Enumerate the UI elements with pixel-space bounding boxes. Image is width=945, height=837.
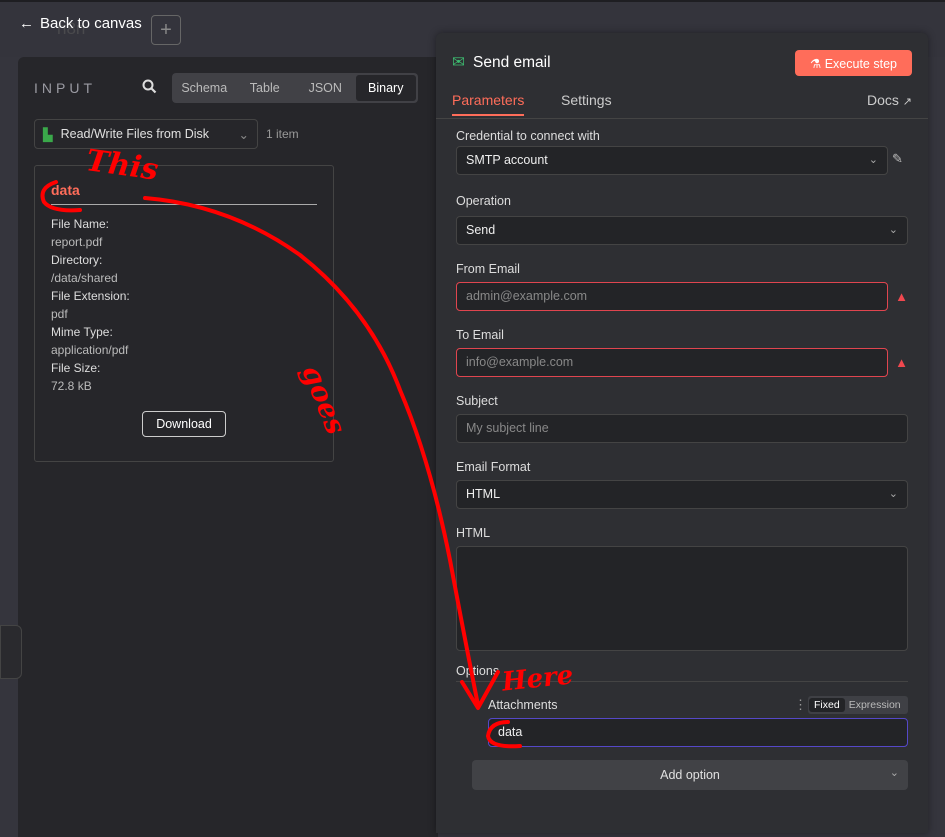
subject-label: Subject [456,394,498,408]
binary-card: data File Name: report.pdf Directory: /d… [34,165,334,462]
tab-table[interactable]: Table [235,75,296,101]
tab-schema[interactable]: Schema [174,75,235,101]
chevron-down-icon: ⌄ [888,488,898,500]
edit-pencil-icon[interactable]: ✎ [892,151,903,167]
from-email-placeholder: admin@example.com [466,289,588,303]
field-label: Mime Type: [51,325,113,339]
input-title: INPUT [34,80,96,96]
attachments-input[interactable]: data [488,718,908,747]
input-node-select[interactable]: ▙ Read/Write Files from Disk ⌄ [34,119,258,149]
file-node-icon: ▙ [43,127,53,142]
field-value: /data/shared [51,271,118,285]
html-textarea[interactable] [456,546,908,651]
attachments-label: Attachments [488,698,558,712]
credential-select[interactable]: SMTP account ⌄ [456,146,888,175]
view-mode-tabs: Schema Table JSON Binary [172,73,418,103]
email-format-value: HTML [466,487,501,501]
operation-label: Operation [456,194,511,208]
tab-json[interactable]: JSON [295,75,356,101]
external-link-icon: ↗ [902,96,912,108]
from-email-input[interactable]: admin@example.com [456,282,888,311]
download-button[interactable]: Download [142,411,226,437]
field-label: File Size: [51,361,101,375]
to-email-input[interactable]: info@example.com [456,348,888,377]
field-value: report.pdf [51,235,103,249]
email-icon: ✉ [452,54,465,71]
node-name: Read/Write Files from Disk [60,127,210,141]
back-to-canvas-button[interactable]: ← Back to canvas [19,15,142,32]
field-value: pdf [51,307,68,321]
binary-key: data [51,182,317,205]
side-node-tab[interactable] [0,625,22,679]
search-icon[interactable] [142,79,157,94]
field-label: Directory: [51,253,103,267]
chevron-down-icon: ⌄ [888,224,898,236]
field-label: File Name: [51,217,110,231]
node-title: Send email [473,53,551,71]
warning-icon: ▲ [895,355,908,370]
back-label: Back to canvas [40,15,142,32]
execute-step-button[interactable]: ⚗ Execute step [795,50,912,76]
item-count: 1 item [266,127,299,141]
credential-label: Credential to connect with [456,129,600,143]
subject-placeholder: My subject line [466,421,549,435]
operation-value: Send [466,223,496,237]
options-label: Options [456,664,500,678]
to-email-placeholder: info@example.com [466,355,574,369]
fixed-expression-toggle: Fixed Expression [808,696,908,714]
add-option-label: Add option [660,768,720,782]
attachments-value: data [498,725,523,739]
options-divider [456,681,908,682]
tab-parameters[interactable]: Parameters [452,92,525,116]
docs-link[interactable]: Docs ↗ [867,92,912,108]
email-format-select[interactable]: HTML ⌄ [456,480,908,509]
node-tabs: Parameters Settings Docs ↗ [436,89,928,119]
add-button[interactable]: + [151,15,181,45]
field-value: 72.8 kB [51,379,92,393]
chevron-down-icon: ⌄ [868,154,878,166]
input-panel: INPUT Schema Table JSON Binary ▙ Read/Wr… [18,57,438,837]
chevron-down-icon: ⌄ [889,767,899,779]
email-format-label: Email Format [456,460,531,474]
tab-binary[interactable]: Binary [355,75,416,101]
arrow-left-icon: ← [19,15,34,32]
mode-expression[interactable]: Expression [845,698,905,712]
chevron-down-icon: ⌄ [238,127,249,142]
subject-input[interactable]: My subject line [456,414,908,443]
tab-settings[interactable]: Settings [561,92,612,108]
add-option-button[interactable]: Add option ⌄ [472,760,908,790]
credential-value: SMTP account [466,153,548,167]
operation-select[interactable]: Send ⌄ [456,216,908,245]
warning-icon: ▲ [895,289,908,304]
field-value: application/pdf [51,343,129,357]
from-email-label: From Email [456,262,520,276]
field-label: File Extension: [51,289,130,303]
mode-fixed[interactable]: Fixed [809,698,845,712]
node-parameters-panel: ✉ Send email ⚗ Execute step Parameters Se… [436,33,928,833]
more-options-icon[interactable]: ⋮ [794,697,807,713]
to-email-label: To Email [456,328,504,342]
html-label: HTML [456,526,491,540]
execute-label: Execute step [824,56,897,71]
docs-label: Docs [866,92,899,108]
